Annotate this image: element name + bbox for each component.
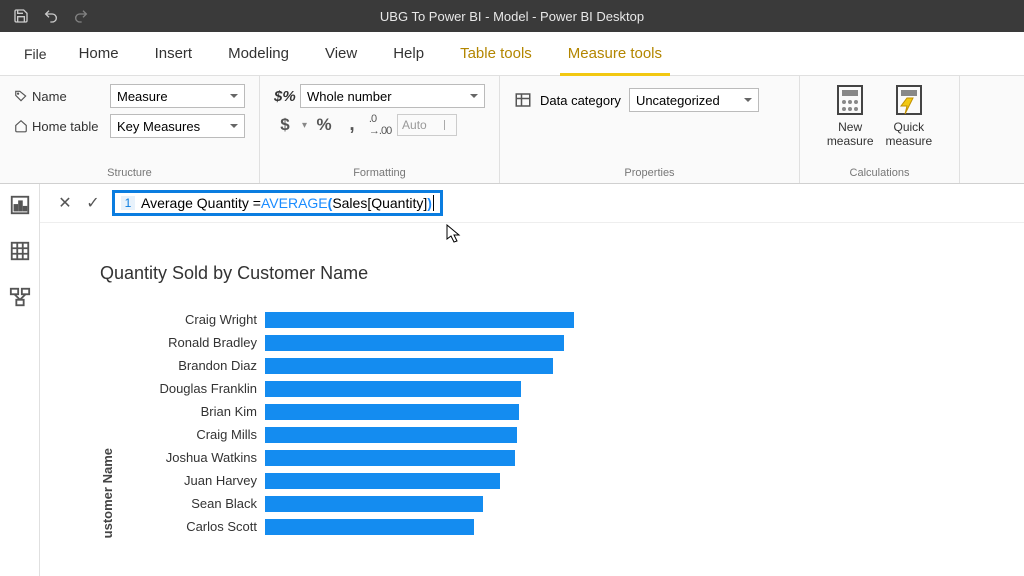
- bar-label: Brandon Diaz: [125, 358, 265, 373]
- tab-modeling[interactable]: Modeling: [210, 32, 307, 76]
- name-input[interactable]: Measure: [110, 84, 245, 108]
- comma-button[interactable]: ,: [341, 114, 363, 136]
- decimals-input[interactable]: Auto: [397, 114, 457, 136]
- bar-label: Sean Black: [125, 496, 265, 511]
- bar-fill[interactable]: [265, 381, 521, 397]
- quick-calculator-icon: [893, 84, 925, 116]
- decimals-button[interactable]: .0→.00: [369, 114, 391, 136]
- structure-group-label: Structure: [14, 167, 245, 179]
- chart-y-axis-label: ustomer Name: [100, 428, 115, 538]
- bar-row: Brian Kim: [125, 400, 964, 423]
- home-table-label: Home table: [14, 119, 104, 134]
- formula-bar: ✕ ✓ 1 Average Quantity = AVERAGE ( Sales…: [40, 184, 1024, 223]
- bar-fill[interactable]: [265, 312, 574, 328]
- bar-label: Juan Harvey: [125, 473, 265, 488]
- bar-row: Carlos Scott: [125, 515, 964, 538]
- paren-close: ): [427, 195, 432, 211]
- ribbon-group-formatting: $% Whole number $ ▾ % , .0→.00 Auto Form…: [260, 76, 500, 183]
- bar-row: Juan Harvey: [125, 469, 964, 492]
- window-title: UBG To Power BI - Model - Power BI Deskt…: [380, 9, 644, 24]
- bar-fill[interactable]: [265, 519, 474, 535]
- home-table-select[interactable]: Key Measures: [110, 114, 245, 138]
- tab-view[interactable]: View: [307, 32, 375, 76]
- bar-fill[interactable]: [265, 450, 515, 466]
- chart-title: Quantity Sold by Customer Name: [100, 263, 964, 284]
- bar-row: Ronald Bradley: [125, 331, 964, 354]
- bar-fill[interactable]: [265, 496, 483, 512]
- redo-icon[interactable]: [70, 5, 92, 27]
- quick-measure-button[interactable]: Quickmeasure: [886, 84, 933, 149]
- percent-button[interactable]: %: [313, 114, 335, 136]
- ribbon-group-structure: Name Measure Home table Key Measures Str…: [0, 76, 260, 183]
- bar-label: Craig Wright: [125, 312, 265, 327]
- save-icon[interactable]: [10, 5, 32, 27]
- bar-label: Brian Kim: [125, 404, 265, 419]
- file-menu[interactable]: File: [10, 46, 61, 62]
- name-label: Name: [14, 89, 104, 104]
- calculations-group-label: Calculations: [814, 167, 945, 179]
- tag-icon: [14, 89, 28, 103]
- bar-fill[interactable]: [265, 358, 553, 374]
- bar-fill[interactable]: [265, 427, 517, 443]
- tab-measure-tools[interactable]: Measure tools: [550, 32, 680, 76]
- bar-label: Douglas Franklin: [125, 381, 265, 396]
- bar-row: Sean Black: [125, 492, 964, 515]
- bar-fill[interactable]: [265, 473, 500, 489]
- title-bar: UBG To Power BI - Model - Power BI Deskt…: [0, 0, 1024, 32]
- workspace: ✕ ✓ 1 Average Quantity = AVERAGE ( Sales…: [0, 184, 1024, 576]
- data-view-icon[interactable]: [9, 240, 31, 262]
- line-number: 1: [121, 196, 135, 210]
- bar-fill[interactable]: [265, 404, 519, 420]
- currency-button[interactable]: $: [274, 114, 296, 136]
- bar-row: Craig Mills: [125, 423, 964, 446]
- bar-label: Carlos Scott: [125, 519, 265, 534]
- data-category-label: Data category: [540, 93, 621, 108]
- bar-fill[interactable]: [265, 335, 564, 351]
- model-view-icon[interactable]: [9, 286, 31, 308]
- formula-input[interactable]: 1 Average Quantity = AVERAGE ( Sales[Qua…: [112, 190, 443, 216]
- tab-home[interactable]: Home: [61, 32, 137, 76]
- bar-row: Douglas Franklin: [125, 377, 964, 400]
- properties-group-label: Properties: [514, 167, 785, 179]
- formula-function: AVERAGE: [261, 195, 328, 211]
- new-measure-button[interactable]: Newmeasure: [827, 84, 874, 149]
- data-category-select[interactable]: Uncategorized: [629, 88, 759, 112]
- home-icon: [14, 119, 28, 133]
- format-select[interactable]: Whole number: [300, 84, 485, 108]
- bar-label: Ronald Bradley: [125, 335, 265, 350]
- report-view-icon[interactable]: [9, 194, 31, 216]
- tab-help[interactable]: Help: [375, 32, 442, 76]
- chart-bars: Craig Wright Ronald Bradley Brandon Diaz Do…: [125, 308, 964, 538]
- formula-text-prefix: Average Quantity =: [141, 195, 261, 211]
- bar-row: Brandon Diaz: [125, 354, 964, 377]
- text-cursor: [433, 195, 434, 211]
- commit-formula-button[interactable]: ✓: [84, 194, 102, 212]
- tab-insert[interactable]: Insert: [137, 32, 211, 76]
- formula-arg: Sales[Quantity]: [332, 195, 427, 211]
- undo-icon[interactable]: [40, 5, 62, 27]
- bar-row: Joshua Watkins: [125, 446, 964, 469]
- ribbon: Name Measure Home table Key Measures Str…: [0, 76, 1024, 184]
- calculator-icon: [834, 84, 866, 116]
- bar-label: Joshua Watkins: [125, 450, 265, 465]
- menu-bar: File Home Insert Modeling View Help Tabl…: [0, 32, 1024, 76]
- chart[interactable]: Quantity Sold by Customer Name ustomer N…: [40, 223, 1024, 548]
- bar-label: Craig Mills: [125, 427, 265, 442]
- bar-row: Craig Wright: [125, 308, 964, 331]
- category-icon: [514, 91, 532, 109]
- cancel-formula-button[interactable]: ✕: [56, 194, 74, 212]
- format-icon: $%: [274, 88, 294, 105]
- tab-table-tools[interactable]: Table tools: [442, 32, 550, 76]
- canvas: ✕ ✓ 1 Average Quantity = AVERAGE ( Sales…: [40, 184, 1024, 576]
- formatting-group-label: Formatting: [274, 167, 485, 179]
- ribbon-group-calculations: Newmeasure Quickmeasure Calculations: [800, 76, 960, 183]
- ribbon-group-properties: Data category Uncategorized Properties: [500, 76, 800, 183]
- view-rail: [0, 184, 40, 576]
